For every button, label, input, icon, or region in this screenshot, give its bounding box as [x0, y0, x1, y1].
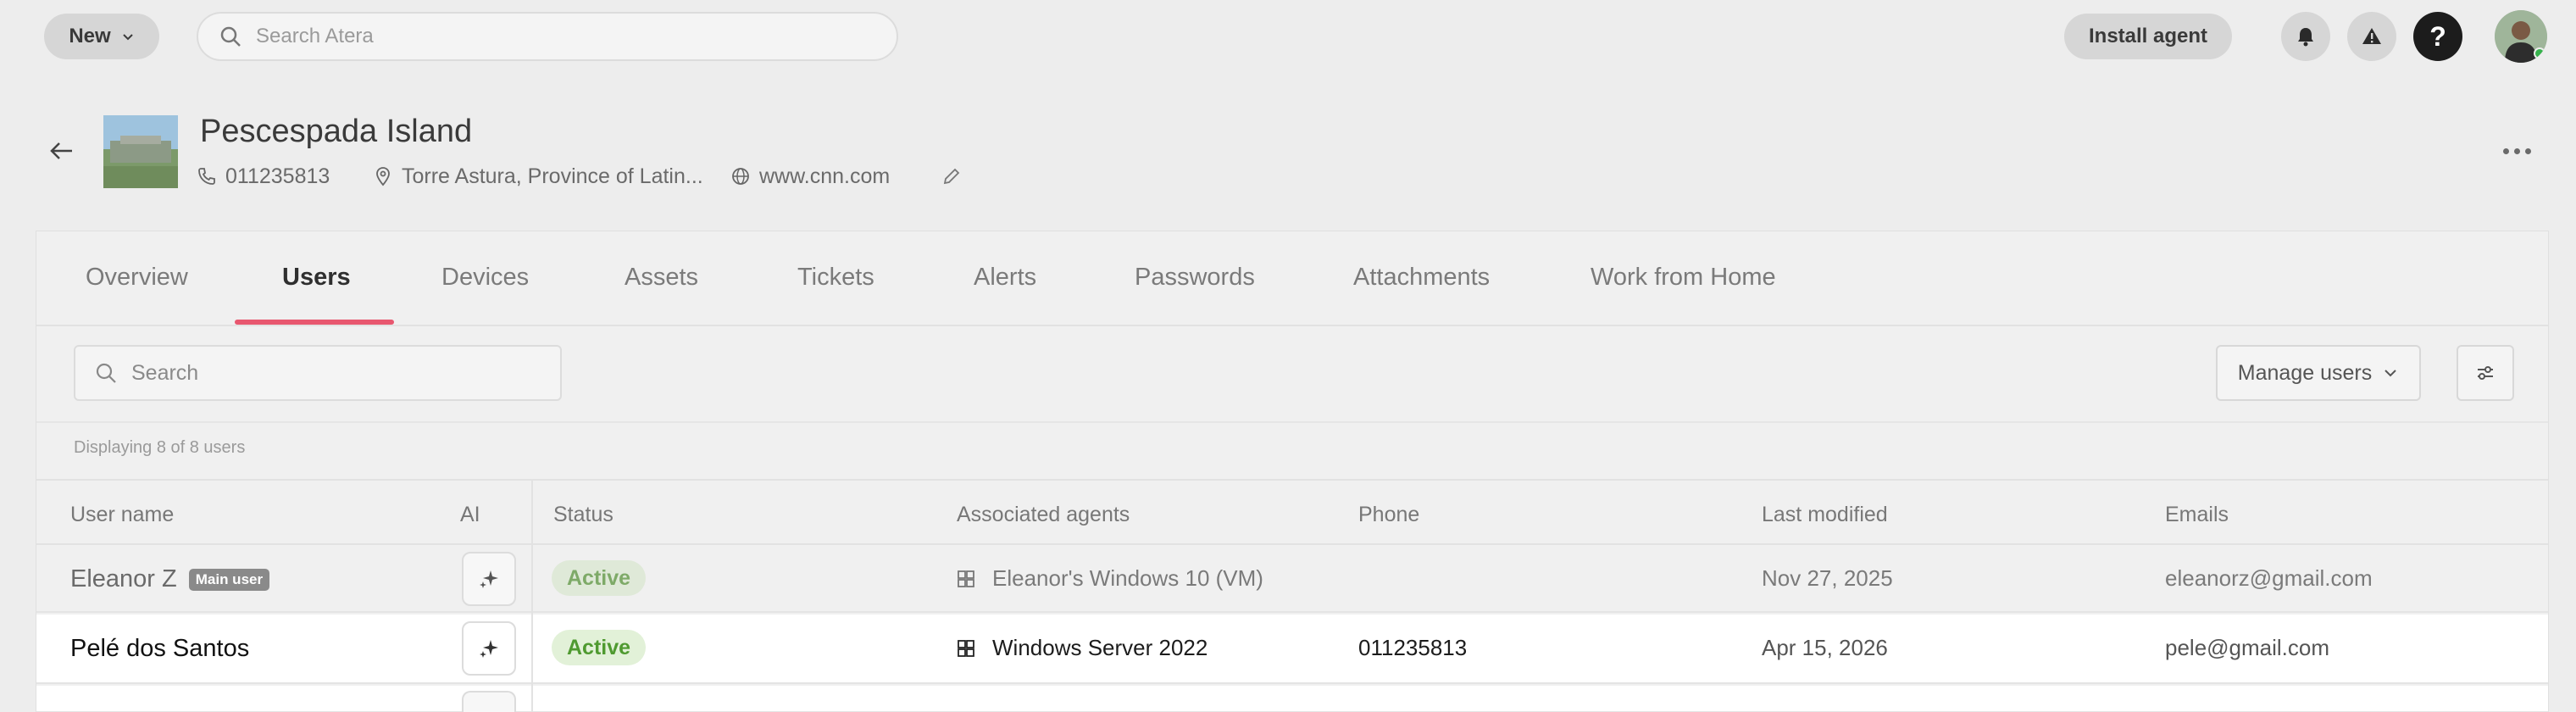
user-name-cell[interactable]: Pelé dos Santos [70, 635, 249, 663]
globe-icon [732, 168, 749, 185]
agent-name: Eleanor's Windows 10 (VM) [992, 565, 1263, 591]
windows-icon [958, 639, 974, 657]
dot-icon [2502, 147, 2509, 154]
column-header-status[interactable]: Status [553, 503, 613, 527]
pencil-icon[interactable] [941, 165, 963, 187]
search-icon [220, 26, 241, 47]
install-agent-button[interactable]: Install agent [2064, 14, 2232, 59]
filter-settings-button[interactable] [2457, 345, 2514, 401]
phone-icon [198, 168, 215, 185]
search-icon [96, 363, 116, 383]
last-modified-cell: Nov 27, 2025 [1762, 565, 1893, 591]
help-button[interactable]: ? [2413, 12, 2462, 61]
site-phone: 011235813 [197, 164, 373, 189]
tab-attachments[interactable]: Attachments [1353, 264, 1490, 292]
site-website[interactable]: www.cnn.com [730, 164, 941, 189]
top-bar: New Install agent ? [0, 0, 2576, 71]
column-header-associated-agents[interactable]: Associated agents [957, 503, 1130, 527]
location-pin-icon [376, 167, 390, 186]
phone-cell: 011235813 [1358, 635, 1468, 660]
agent-name: Windows Server 2022 [992, 635, 1208, 660]
alerts-button[interactable] [2347, 12, 2396, 61]
column-header-phone[interactable]: Phone [1358, 503, 1419, 527]
site-thumbnail [103, 115, 178, 188]
tab-devices[interactable]: Devices [441, 264, 529, 292]
back-button[interactable] [44, 134, 78, 168]
users-search[interactable] [74, 345, 562, 401]
column-header-user-name[interactable]: User name [70, 503, 174, 527]
status-badge: Active [552, 630, 647, 665]
page-title: Pescespada Island [200, 114, 473, 149]
bell-icon [2298, 28, 2313, 47]
chevron-down-icon [2384, 370, 2396, 377]
users-count: Displaying 8 of 8 users [74, 438, 246, 457]
site-meta: 011235813 Torre Astura, Province of Lati… [197, 163, 963, 190]
site-image [103, 115, 178, 188]
tab-passwords[interactable]: Passwords [1135, 264, 1255, 292]
manage-users-label: Manage users [2237, 360, 2373, 385]
active-tab-indicator [235, 320, 394, 325]
last-modified-cell: Apr 15, 2026 [1762, 635, 1888, 660]
table-row[interactable]: Eleanor Z Main user Active Eleanor's Wind… [36, 545, 2548, 613]
associated-agent-cell[interactable]: Windows Server 2022 [957, 635, 1208, 661]
table-row[interactable] [36, 686, 2548, 712]
tab-assets[interactable]: Assets [625, 264, 698, 292]
dot-icon [2524, 147, 2531, 154]
tab-tickets[interactable]: Tickets [797, 264, 874, 292]
user-name: Eleanor Z [70, 565, 177, 592]
ai-assist-button[interactable] [462, 621, 516, 676]
notifications-button[interactable] [2281, 12, 2330, 61]
sliders-icon [2478, 366, 2493, 380]
online-status-dot [2534, 47, 2545, 59]
manage-users-button[interactable]: Manage users [2216, 345, 2421, 401]
tab-overview[interactable]: Overview [86, 264, 188, 292]
global-search-input[interactable] [256, 25, 883, 48]
arrow-left-icon [50, 142, 72, 159]
warning-icon [2362, 28, 2381, 44]
customer-card: Overview Users Devices Assets Tickets Al… [36, 231, 2549, 712]
column-divider [531, 479, 533, 712]
tab-alerts[interactable]: Alerts [974, 264, 1036, 292]
tab-work-from-home[interactable]: Work from Home [1591, 264, 1776, 292]
column-header-ai: AI [460, 503, 480, 526]
sparkle-icon [480, 570, 498, 588]
email-cell: pele@gmail.com [2165, 635, 2330, 660]
users-toolbar: Manage users [36, 328, 2548, 423]
status-badge: Active [552, 560, 647, 596]
chevron-down-icon [122, 34, 133, 41]
user-name-cell[interactable]: Eleanor Z Main user [70, 565, 270, 593]
ai-assist-button[interactable] [462, 691, 516, 712]
user-name: Pelé dos Santos [70, 635, 250, 662]
new-button[interactable]: New [44, 14, 159, 59]
site-website-text: www.cnn.com [759, 164, 891, 188]
avatar[interactable] [2495, 10, 2547, 63]
windows-icon [958, 570, 974, 587]
global-search[interactable] [197, 12, 898, 61]
column-header-last-modified[interactable]: Last modified [1762, 503, 1888, 527]
dot-icon [2513, 147, 2520, 154]
site-address: Torre Astura, Province of Latin... [373, 164, 730, 189]
associated-agent-cell[interactable]: Eleanor's Windows 10 (VM) [957, 565, 1263, 592]
users-search-input[interactable] [131, 360, 555, 386]
main-user-badge: Main user [188, 569, 270, 592]
sparkle-icon [480, 640, 498, 658]
ai-assist-button[interactable] [462, 552, 516, 606]
tab-bar: Overview Users Devices Assets Tickets Al… [36, 231, 2548, 326]
tab-users[interactable]: Users [282, 264, 351, 292]
email-cell: eleanorz@gmail.com [2165, 565, 2373, 591]
more-options-button[interactable] [2496, 136, 2537, 166]
table-row[interactable]: Pelé dos Santos Active Windows Server 20… [36, 615, 2548, 684]
table-header: User name AI Status Associated agents Ph… [36, 479, 2548, 545]
new-button-label: New [69, 25, 111, 47]
site-phone-text: 011235813 [225, 164, 330, 188]
site-address-text: Torre Astura, Province of Latin... [402, 164, 703, 188]
column-header-emails[interactable]: Emails [2165, 503, 2229, 527]
